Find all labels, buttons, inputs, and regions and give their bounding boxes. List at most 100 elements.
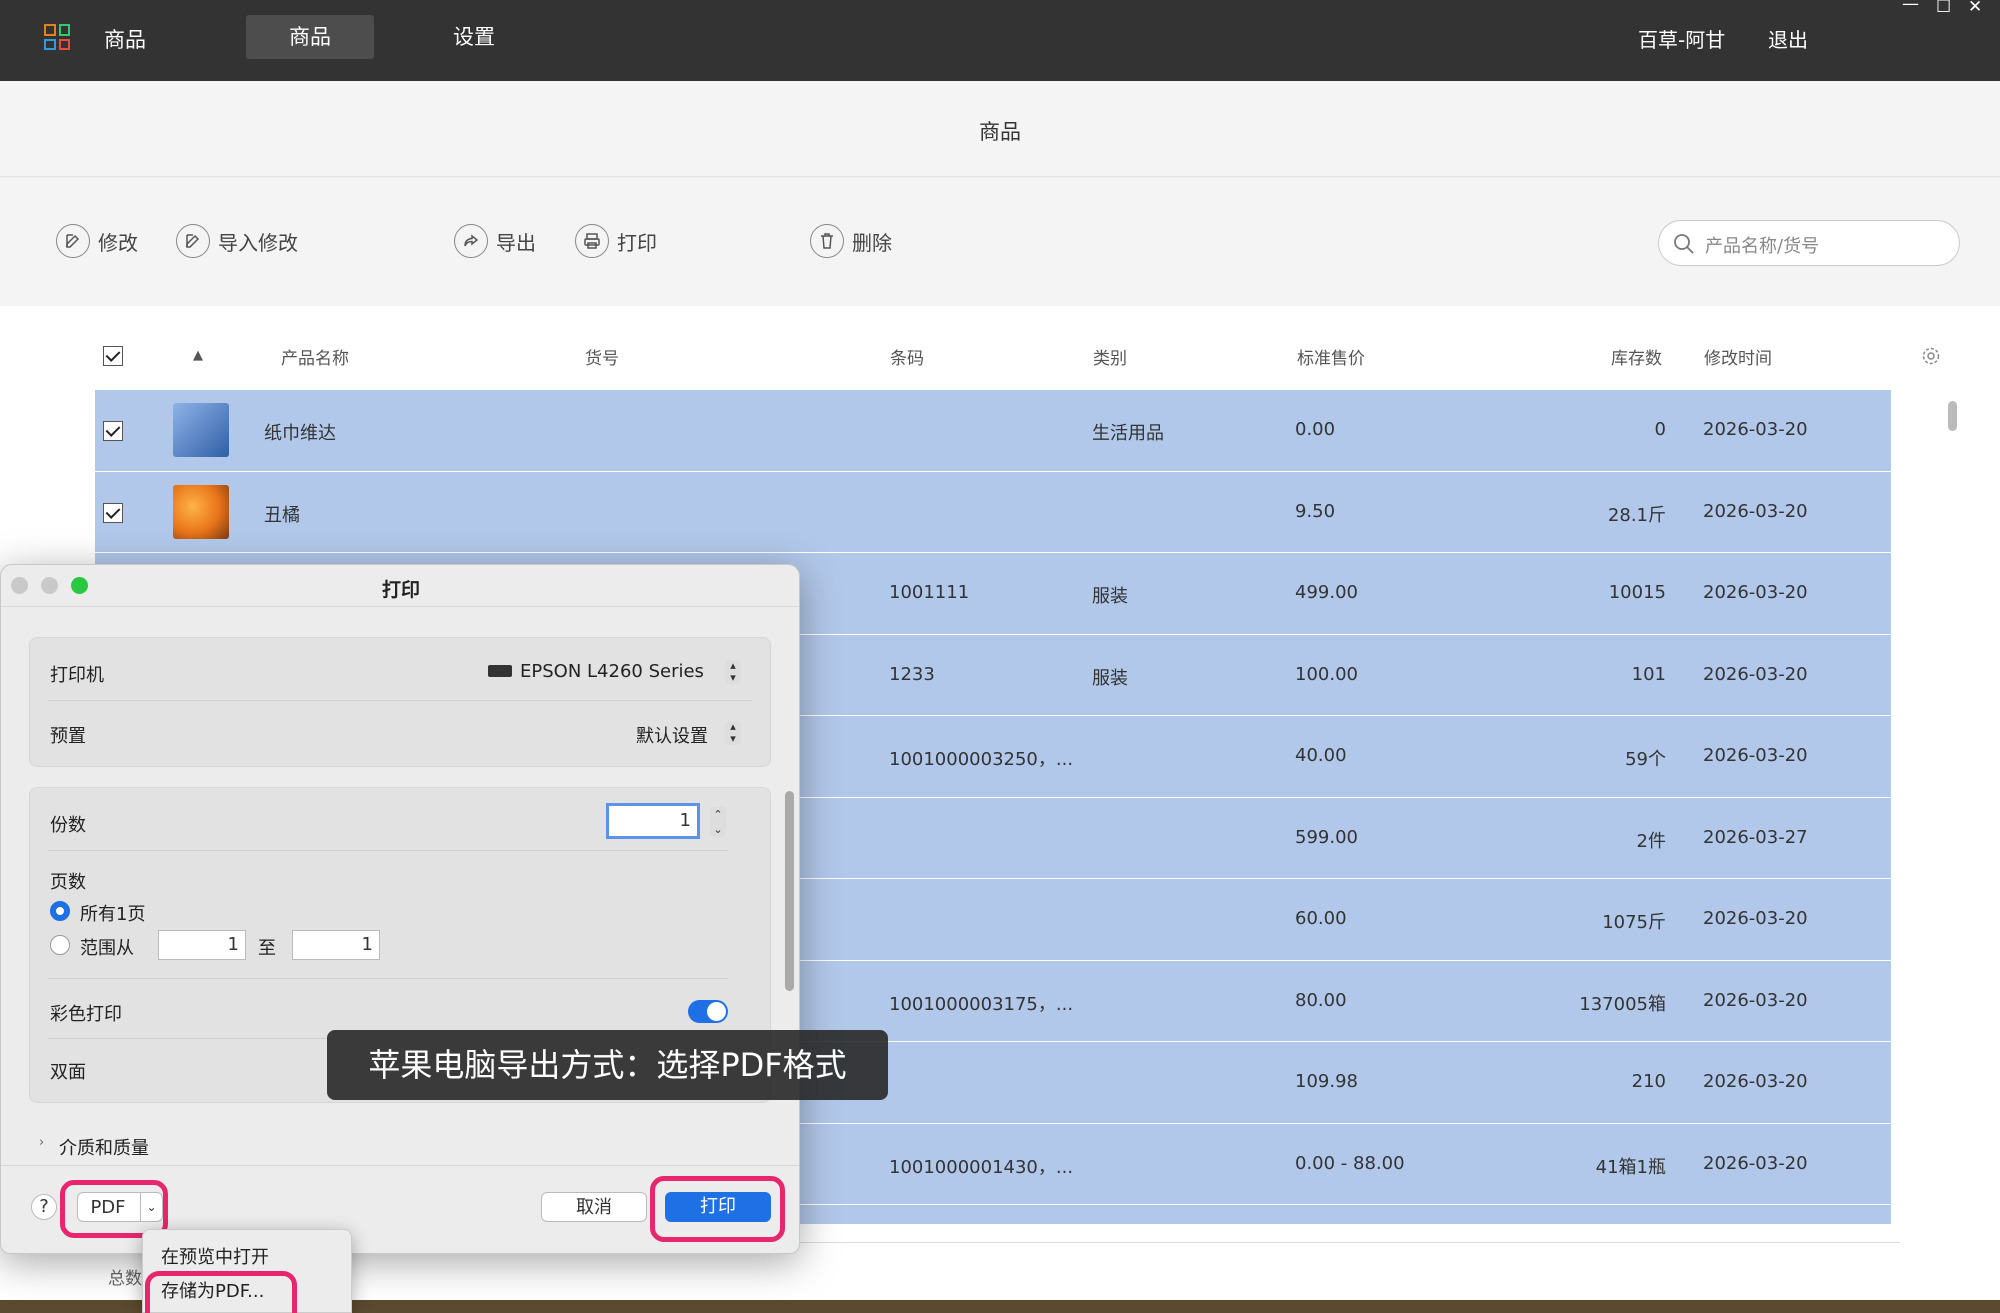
cell-price: 0.00 bbox=[1295, 419, 1336, 440]
table-scrollbar[interactable] bbox=[1948, 401, 1957, 431]
maximize-icon[interactable]: ☐ bbox=[1936, 0, 1951, 17]
copies-stepper[interactable]: ⌃ ⌄ bbox=[710, 807, 726, 837]
divider bbox=[48, 978, 728, 979]
cell-modified: 2026-03-20 bbox=[1703, 419, 1808, 440]
row-checkbox[interactable] bbox=[103, 502, 123, 523]
dialog-scrollbar[interactable] bbox=[785, 791, 794, 991]
cell-stock: 2件 bbox=[1636, 830, 1666, 852]
preset-label: 预置 bbox=[50, 726, 86, 747]
copies-input[interactable]: 1 bbox=[606, 803, 700, 839]
cell-category: 服装 bbox=[1092, 667, 1128, 689]
app-grid-icon[interactable] bbox=[44, 24, 70, 50]
header-price[interactable]: 标准售价 bbox=[1297, 344, 1365, 369]
preset-select-chevron-icon[interactable]: ▴ ▾ bbox=[725, 721, 741, 745]
cell-stock: 137005箱 bbox=[1579, 993, 1666, 1015]
header-category[interactable]: 类别 bbox=[1093, 344, 1127, 369]
nav-products[interactable]: 商品 bbox=[246, 15, 374, 59]
cell-stock: 0 bbox=[1654, 419, 1666, 440]
header-barcode[interactable]: 条码 bbox=[890, 344, 924, 369]
edit-label: 修改 bbox=[98, 230, 138, 255]
select-all-checkbox[interactable] bbox=[103, 346, 123, 366]
delete-button[interactable]: 删除 bbox=[810, 223, 892, 259]
cell-category: 服装 bbox=[1092, 586, 1128, 607]
cell-stock: 1075斤 bbox=[1602, 912, 1666, 933]
nav-settings[interactable]: 设置 bbox=[410, 15, 538, 59]
search-box[interactable]: 产品名称/货号 bbox=[1658, 220, 1960, 266]
cancel-button[interactable]: 取消 bbox=[541, 1192, 647, 1222]
header-modified[interactable]: 修改时间 bbox=[1704, 344, 1772, 369]
product-thumbnail bbox=[173, 403, 229, 457]
minimize-icon[interactable]: — bbox=[1902, 0, 1919, 14]
copies-label: 份数 bbox=[50, 815, 86, 836]
print-button-highlight bbox=[650, 1176, 785, 1242]
table-row[interactable]: 丑橘 9.50 28.1斤 2026-03-20 bbox=[95, 471, 1891, 553]
divider bbox=[48, 700, 752, 701]
cell-stock: 101 bbox=[1631, 663, 1666, 685]
all-pages-radio[interactable] bbox=[50, 901, 70, 921]
range-label: 范围从 bbox=[80, 938, 134, 959]
printer-select[interactable]: EPSON L4260 Series bbox=[488, 661, 704, 682]
cell-name: 丑橘 bbox=[264, 504, 300, 526]
range-to-input[interactable]: 1 bbox=[292, 930, 380, 960]
trash-icon bbox=[810, 224, 844, 258]
logout-link[interactable]: 退出 bbox=[1768, 24, 1808, 53]
cell-modified: 2026-03-20 bbox=[1703, 663, 1808, 685]
help-button[interactable]: ? bbox=[31, 1194, 57, 1220]
cell-modified: 2026-03-27 bbox=[1703, 826, 1808, 848]
printer-panel: 打印机 EPSON L4260 Series ▴ ▾ 预置 默认设置 ▴ ▾ bbox=[29, 637, 771, 767]
pages-label: 页数 bbox=[50, 872, 86, 893]
edit-button[interactable]: 修改 bbox=[56, 223, 138, 259]
cell-modified: 2026-03-20 bbox=[1703, 989, 1808, 1011]
color-print-toggle[interactable] bbox=[688, 1000, 728, 1023]
user-name[interactable]: 百草-阿甘 bbox=[1638, 24, 1725, 53]
media-quality-label[interactable]: 介质和质量 bbox=[59, 1134, 149, 1160]
range-to-label: 至 bbox=[258, 938, 276, 959]
delete-label: 删除 bbox=[852, 230, 892, 255]
export-label: 导出 bbox=[496, 230, 536, 255]
all-pages-label: 所有1页 bbox=[80, 904, 146, 925]
cell-modified: 2026-03-20 bbox=[1703, 908, 1808, 929]
cell-price: 0.00 - 88.00 bbox=[1295, 1152, 1405, 1174]
top-bar: 商品 商品 设置 百草-阿甘 退出 — ☐ ✕ bbox=[0, 0, 2000, 81]
edit-icon bbox=[56, 224, 90, 258]
sort-indicator[interactable]: ▲ bbox=[193, 348, 203, 363]
range-from-input[interactable]: 1 bbox=[158, 930, 246, 960]
cell-modified: 2026-03-20 bbox=[1703, 1071, 1808, 1092]
import-edit-button[interactable]: 导入修改 bbox=[176, 223, 298, 259]
cell-barcode: 1001000003250，... bbox=[889, 749, 1074, 770]
table-row[interactable]: 纸巾维达 生活用品 0.00 0 2026-03-20 bbox=[95, 390, 1891, 472]
cell-modified: 2026-03-20 bbox=[1703, 500, 1808, 522]
export-button[interactable]: 导出 bbox=[454, 223, 536, 259]
range-radio[interactable] bbox=[50, 935, 70, 955]
page-title: 商品 bbox=[979, 120, 1021, 144]
cell-category: 生活用品 bbox=[1092, 423, 1164, 444]
preset-value[interactable]: 默认设置 bbox=[636, 722, 708, 748]
gear-icon[interactable] bbox=[1921, 346, 1941, 371]
dialog-title: 打印 bbox=[381, 579, 420, 601]
import-edit-label: 导入修改 bbox=[218, 230, 298, 255]
cell-stock: 210 bbox=[1631, 1071, 1666, 1092]
cell-price: 109.98 bbox=[1295, 1071, 1358, 1092]
cell-modified: 2026-03-20 bbox=[1703, 745, 1808, 766]
header-name[interactable]: 产品名称 bbox=[281, 344, 349, 369]
row-checkbox[interactable] bbox=[103, 421, 123, 441]
printer-select-chevron-icon[interactable]: ▴ ▾ bbox=[725, 660, 741, 684]
cell-barcode: 1001000001430，... bbox=[889, 1156, 1074, 1178]
menu-item-open-in-preview[interactable]: 在预览中打开 bbox=[161, 1243, 269, 1269]
duplex-label: 双面 bbox=[50, 1062, 86, 1083]
header-sku[interactable]: 货号 bbox=[585, 344, 619, 369]
cell-stock: 41箱1瓶 bbox=[1595, 1156, 1666, 1178]
cell-price: 80.00 bbox=[1295, 989, 1347, 1011]
toolbar: 修改 导入修改 导出 打印 删除 产品名称/货号 bbox=[0, 178, 2000, 306]
search-placeholder: 产品名称/货号 bbox=[1705, 236, 1820, 257]
cell-price: 499.00 bbox=[1295, 582, 1358, 603]
cell-barcode: 1233 bbox=[889, 663, 935, 685]
cell-price: 9.50 bbox=[1295, 500, 1336, 522]
cell-stock: 59个 bbox=[1625, 749, 1666, 770]
import-edit-icon bbox=[176, 224, 210, 258]
print-button[interactable]: 打印 bbox=[575, 223, 657, 259]
header-stock[interactable]: 库存数 bbox=[1611, 344, 1662, 369]
chevron-right-icon[interactable]: › bbox=[39, 1135, 44, 1150]
divider bbox=[48, 850, 728, 851]
close-icon[interactable]: ✕ bbox=[1968, 0, 1982, 17]
